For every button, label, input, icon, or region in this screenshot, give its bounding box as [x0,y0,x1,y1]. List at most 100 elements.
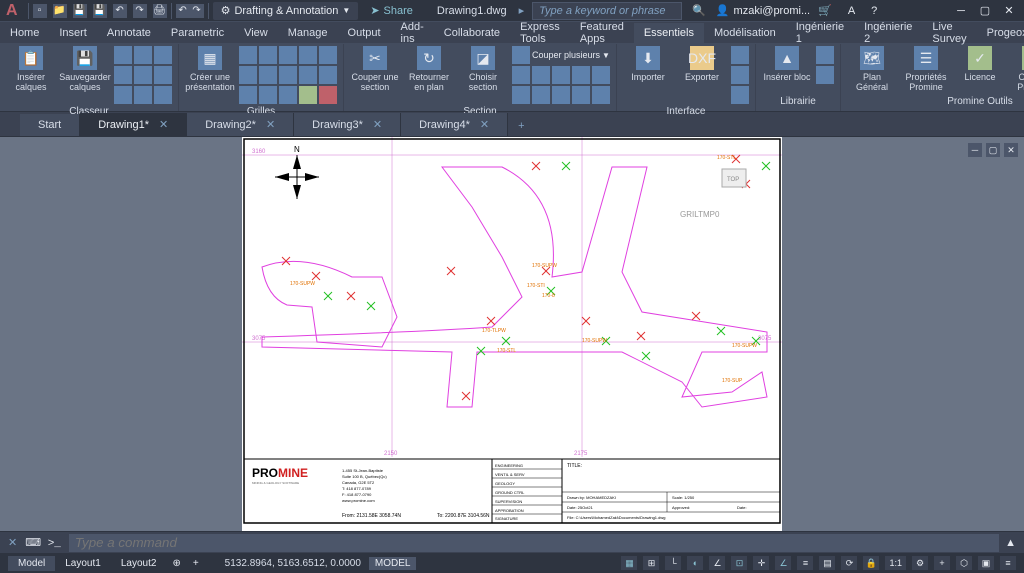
proprietes-button[interactable]: ☰Propriétés Promine [901,46,951,92]
cmd-expand-icon[interactable]: ▲ [1005,537,1016,549]
layout-tab-layout1[interactable]: Layout1 [55,556,111,571]
help-icon[interactable]: ? [871,5,877,17]
menu-tab-manage[interactable]: Manage [278,23,338,43]
units-icon[interactable]: ⬡ [956,556,972,570]
tool-icon[interactable] [319,66,337,84]
tool-icon[interactable] [154,86,172,104]
tool-icon[interactable] [731,46,749,64]
menu-tab-collaborate[interactable]: Collaborate [434,23,510,43]
tool-icon[interactable] [816,66,834,84]
menu-tab-view[interactable]: View [234,23,278,43]
add-layout-button[interactable]: + [187,558,205,569]
lineweight-icon[interactable]: ≡ [797,556,813,570]
cycling-icon[interactable]: ⟳ [841,556,857,570]
creer-presentation-button[interactable]: ▦Créer une présentation [185,46,235,92]
tool-icon[interactable] [239,46,257,64]
tool-icon[interactable] [299,66,317,84]
options-button[interactable]: ✓Options Promine [1009,46,1024,92]
tool-icon[interactable] [154,46,172,64]
user-menu[interactable]: 👤 mzaki@promi... [716,4,810,17]
tool-icon[interactable] [319,86,337,104]
otrack-icon[interactable]: ∠ [775,556,791,570]
dynamic-input-icon[interactable]: 🔒 [863,556,879,570]
share-button[interactable]: ➤ Share [370,4,413,17]
transparency-icon[interactable]: ▤ [819,556,835,570]
tool-icon[interactable] [552,66,570,84]
polar-icon[interactable]: ◐ [687,556,703,570]
ortho-icon[interactable]: └ [665,556,681,570]
couper-plusieurs-dropdown[interactable]: Couper plusieurs▼ [512,46,610,64]
tool-icon[interactable] [239,86,257,104]
tool-icon[interactable] [239,66,257,84]
doc-tab[interactable]: Drawing2*✕ [187,113,294,136]
tool-icon[interactable] [114,46,132,64]
tool-icon[interactable] [572,66,590,84]
tool-icon[interactable] [114,86,132,104]
viewport-close-icon[interactable]: ✕ [1004,143,1018,157]
menu-tab-insert[interactable]: Insert [49,23,97,43]
drawing-canvas[interactable]: ─ ▢ ✕ 3160 3075 3075 2150 2175 N [0,137,1024,531]
tool-icon[interactable] [532,66,550,84]
add-tab-button[interactable]: + [508,116,534,136]
doc-tab[interactable]: Start [20,114,80,136]
plot-icon[interactable]: 🖨 [153,4,167,18]
iso-icon[interactable]: ∠ [709,556,725,570]
tool-icon[interactable] [114,66,132,84]
tool-icon[interactable] [572,86,590,104]
tool-icon[interactable] [731,86,749,104]
tool-icon[interactable] [259,66,277,84]
tool-icon[interactable] [279,86,297,104]
close-button[interactable]: ✕ [1000,3,1018,19]
layout-tab-model[interactable]: Model [8,556,55,571]
saveas-icon[interactable]: 💾 [93,4,107,18]
command-input[interactable] [69,534,999,552]
doc-tab[interactable]: Drawing4*✕ [401,113,508,136]
tool-icon[interactable] [512,86,530,104]
3dosnap-icon[interactable]: ✛ [753,556,769,570]
choisir-section-button[interactable]: ◪Choisir section [458,46,508,92]
close-tab-icon[interactable]: ✕ [266,118,275,131]
customize-icon[interactable]: ≡ [1000,556,1016,570]
new-icon[interactable]: ▫ [33,4,47,18]
couper-section-button[interactable]: ✂Couper une section [350,46,400,92]
quick-props-icon[interactable]: ▣ [978,556,994,570]
licence-button[interactable]: ✓Licence [955,46,1005,82]
menu-tab-essentiels[interactable]: Essentiels [634,23,704,43]
inserer-calques-button[interactable]: 📋Insérer calques [6,46,56,92]
menu-tab-parametric[interactable]: Parametric [161,23,234,43]
exporter-button[interactable]: DXFExporter [677,46,727,82]
autodesk-icon[interactable]: A [848,5,855,17]
tool-icon[interactable] [816,46,834,64]
tool-icon[interactable] [592,86,610,104]
importer-button[interactable]: ⬇Importer [623,46,673,82]
tool-icon[interactable] [259,46,277,64]
tool-icon[interactable] [512,66,530,84]
tool-icon[interactable] [552,86,570,104]
close-cmdline-icon[interactable]: ✕ [8,536,17,549]
tool-icon[interactable] [279,46,297,64]
save-icon[interactable]: 💾 [73,4,87,18]
tool-icon[interactable] [532,86,550,104]
close-tab-icon[interactable]: ✕ [159,118,168,131]
sauvegarder-calques-button[interactable]: 💾Sauvegarder calques [60,46,110,92]
undo2-icon[interactable]: ↶ [176,4,190,18]
paper-space[interactable]: 3160 3075 3075 2150 2175 N [242,137,782,531]
menu-tab-modélisation[interactable]: Modélisation [704,23,786,43]
annotation-monitor-icon[interactable]: + [934,556,950,570]
menu-tab-annotate[interactable]: Annotate [97,23,161,43]
snap-icon[interactable]: ⊞ [643,556,659,570]
layout-tab-layout2[interactable]: Layout2 [111,556,167,571]
search-icon[interactable]: 🔍 [692,4,706,17]
tool-icon[interactable] [592,66,610,84]
model-badge[interactable]: MODEL [369,557,417,570]
tool-icon[interactable] [154,66,172,84]
osnap-icon[interactable]: ⊡ [731,556,747,570]
plan-general-button[interactable]: 🗺Plan Général [847,46,897,92]
file-dropdown-icon[interactable]: ▸ [519,4,525,17]
viewport-min-icon[interactable]: ─ [968,143,982,157]
menu-tab-progeox[interactable]: Progeox [977,23,1024,43]
doc-tab[interactable]: Drawing3*✕ [294,113,401,136]
tool-icon[interactable] [299,86,317,104]
redo2-icon[interactable]: ↷ [190,4,204,18]
retourner-plan-button[interactable]: ↻Retourner en plan [404,46,454,92]
